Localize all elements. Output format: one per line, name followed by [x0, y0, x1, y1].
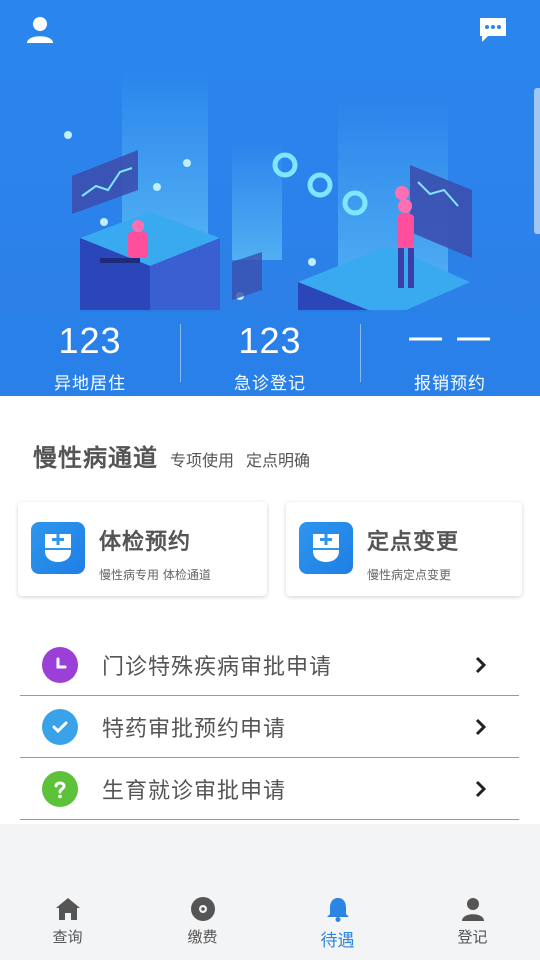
bell-icon	[326, 898, 349, 922]
tab-payment[interactable]: 缴费	[135, 886, 270, 960]
medical-cabinet-icon	[299, 522, 353, 574]
application-list: 门诊特殊疾病审批申请 特药审批预约申请 生育就诊审批申请	[20, 634, 519, 820]
card-title: 体检预约	[99, 530, 192, 555]
disc-icon	[190, 897, 215, 921]
stat-label: 报销预约	[414, 374, 486, 394]
stats-bar: 123 异地居住 123 急诊登记 一 一 报销预约	[0, 310, 540, 396]
list-item-maternity[interactable]: 生育就诊审批申请	[20, 758, 519, 820]
tab-register[interactable]: 登记	[405, 886, 540, 960]
stat-value: 123	[238, 320, 302, 361]
hero-illustration	[64, 70, 472, 312]
profile-button[interactable]	[24, 14, 56, 46]
section-header: 慢性病通道 专项使用 定点明确	[33, 438, 310, 473]
bottom-tab-bar: 查询 缴费 待遇 登记	[0, 886, 540, 960]
card-physical-exam-booking[interactable]: 体检预约 慢性病专用 体检通道	[18, 502, 267, 596]
user-icon	[27, 17, 53, 43]
chevron-right-icon	[469, 653, 493, 677]
list-item-outpatient-special-disease[interactable]: 门诊特殊疾病审批申请	[20, 634, 519, 696]
card-desc: 慢性病定点变更	[367, 568, 452, 582]
message-button[interactable]	[477, 14, 509, 46]
list-item-special-drug[interactable]: 特药审批预约申请	[20, 696, 519, 758]
section-subtitle: 专项使用	[170, 451, 235, 470]
tab-label: 缴费	[187, 928, 218, 946]
section-title: 慢性病通道	[33, 444, 158, 472]
tab-query[interactable]: 查询	[0, 886, 135, 960]
stat-value: 123	[58, 320, 122, 361]
stat-remote-residence[interactable]: 123 异地居住	[0, 310, 180, 396]
tab-label: 登记	[457, 928, 488, 946]
chevron-right-icon	[469, 715, 493, 739]
stat-label: 异地居住	[54, 374, 126, 394]
user-icon	[461, 898, 484, 921]
hero-banner: 123 异地居住 123 急诊登记 一 一 报销预约	[0, 0, 540, 396]
stat-value: 一 一	[407, 320, 493, 361]
question-icon	[42, 770, 78, 807]
stat-label: 急诊登记	[234, 374, 306, 394]
list-item-label: 特药审批预约申请	[102, 716, 287, 742]
medical-cabinet-icon	[31, 522, 85, 574]
tab-label: 待遇	[320, 931, 355, 951]
list-item-label: 门诊特殊疾病审批申请	[102, 654, 333, 680]
tab-benefits[interactable]: 待遇	[270, 886, 405, 960]
list-item-label: 生育就诊审批申请	[102, 778, 287, 804]
chevron-right-icon	[469, 777, 493, 801]
section-subtitle: 定点明确	[246, 451, 311, 470]
check-icon	[42, 708, 78, 745]
stat-reimbursement-appointment[interactable]: 一 一 报销预约	[360, 310, 540, 396]
side-scroll-indicator	[534, 88, 540, 234]
home-icon	[55, 898, 80, 920]
stat-emergency-registration[interactable]: 123 急诊登记	[180, 310, 360, 396]
card-desc: 慢性病专用 体检通道	[99, 568, 211, 582]
card-title: 定点变更	[367, 530, 460, 555]
chat-bubble-icon	[480, 18, 506, 42]
main-content: 慢性病通道 专项使用 定点明确 体检预约 慢性病专用 体检通道 定点变更 慢性病…	[0, 396, 540, 824]
tab-label: 查询	[52, 928, 83, 946]
clock-icon	[42, 646, 78, 683]
card-designated-change[interactable]: 定点变更 慢性病定点变更	[286, 502, 522, 596]
